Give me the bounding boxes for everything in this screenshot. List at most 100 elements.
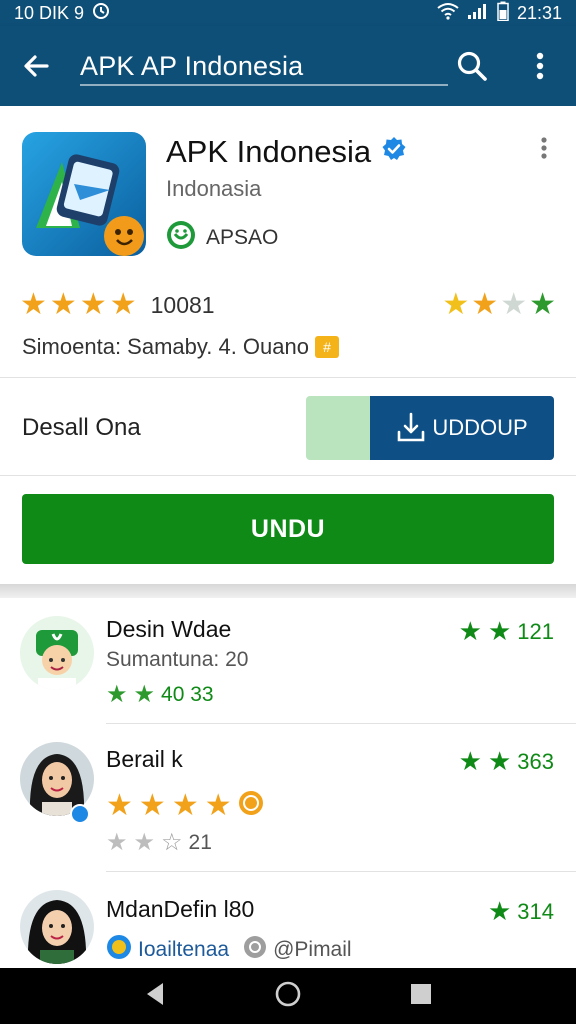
list-item[interactable]: Berail k ★ ★ ★ ★ ★ ★ ☆ 21 ★ ★ 363 [0, 724, 576, 872]
review-rating-text: 40 33 [161, 682, 214, 706]
review-meta-text: Ioailtenaa [138, 938, 230, 961]
review-author: Berail k [106, 746, 183, 772]
signal-icon [467, 2, 489, 25]
install-button[interactable]: UNDU [22, 494, 554, 564]
star-icon: ★ [204, 789, 232, 822]
review-rating-stars: ★ ★ ★ ★ [106, 788, 264, 823]
triangle-back-icon [147, 982, 164, 1005]
rating-stars: ★ ★ ★ ★ [20, 290, 137, 320]
battery-icon [497, 1, 509, 26]
nav-recents-button[interactable] [409, 982, 433, 1011]
developer-row[interactable]: APSAO [166, 220, 278, 256]
star-icon: ★ [109, 288, 137, 321]
review-author: MdanDefin l80 [106, 896, 255, 922]
review-score: ★ 314 [488, 896, 554, 927]
app-bar-title: APK AP Indonesia [80, 50, 304, 81]
avatar [20, 890, 94, 964]
search-field[interactable]: APK AP Indonesia [80, 36, 448, 96]
summary-tag-icon: # [314, 336, 339, 358]
divider [0, 475, 576, 476]
rating-stars-secondary: ★ ★ ★ ★ [442, 290, 556, 320]
download-button-label: UDDOUP [432, 415, 528, 440]
review-score-value: 121 [517, 618, 554, 644]
star-icon: ★ [500, 288, 528, 321]
app-icon[interactable] [22, 132, 146, 256]
star-icon: ★ [442, 288, 470, 321]
download-button[interactable]: UDDOUP [370, 396, 554, 460]
review-meta: Sumantuna: 20 [106, 648, 249, 671]
wifi-icon [437, 2, 459, 25]
review-meta-value: 21 [188, 830, 212, 854]
review-rating: ★ ★ 40 33 [106, 680, 214, 709]
review-list: Desin Wdae Sumantuna: 20 ★ ★ 40 33 ★ ★ 1… [0, 598, 576, 968]
star-icon: ★ [133, 681, 156, 708]
review-meta: Ioailtenaa @Pimail [106, 934, 352, 966]
coin-icon [238, 790, 264, 822]
rating-row: ★ ★ ★ ★ 10081 ★ ★ ★ ★ [20, 290, 556, 320]
app-detail-card: APK Indonesia Indonasia APSAO ★ ★ ★ ★ 10… [0, 106, 576, 584]
star-icon: ★ [106, 789, 133, 822]
star-icon: ★ [471, 288, 499, 321]
search-underline [80, 84, 448, 86]
square-recents-icon [410, 983, 431, 1004]
arrow-left-icon [24, 55, 49, 77]
star-icon: ★ [529, 288, 556, 321]
status-bar: 10 DIK 9 21:31 [0, 0, 576, 26]
developer-name: APSAO [206, 226, 279, 249]
star-icon: ★ [138, 789, 166, 822]
star-icon: ★ [458, 746, 482, 776]
review-author: Desin Wdae [106, 616, 232, 642]
review-score-value: 314 [517, 898, 554, 924]
star-icon: ★ [487, 746, 512, 776]
list-item[interactable]: Desin Wdae Sumantuna: 20 ★ ★ 40 33 ★ ★ 1… [0, 598, 576, 724]
more-vertical-icon [541, 137, 547, 159]
star-icon: ★ [79, 288, 107, 321]
star-icon: ★ [133, 829, 156, 856]
star-icon: ★ [487, 616, 512, 646]
online-badge-icon [70, 804, 90, 829]
status-time: 21:31 [516, 2, 562, 23]
system-nav-bar [0, 968, 576, 1024]
developer-logo-icon [166, 220, 196, 256]
circle-home-icon [275, 981, 301, 1006]
download-touch-icon [398, 412, 425, 442]
install-button-label: UNDU [250, 514, 326, 543]
status-left-text: 10 DIK 9 [14, 2, 85, 23]
star-outline-icon: ☆ [161, 829, 183, 856]
nav-home-button[interactable] [274, 980, 302, 1013]
star-icon: ★ [49, 288, 77, 321]
search-icon [457, 51, 487, 81]
overflow-menu-button[interactable] [520, 46, 560, 86]
nav-back-button[interactable] [143, 981, 167, 1012]
section-separator [0, 584, 576, 598]
app-name-text: APK Indonesia [166, 134, 372, 169]
app-name: APK Indonesia [166, 134, 407, 170]
rating-count: 10081 [150, 291, 215, 318]
back-button[interactable] [16, 46, 56, 86]
review-score: ★ ★ 363 [459, 746, 554, 777]
star-icon: ★ [171, 789, 199, 822]
app-badge-icon [106, 934, 132, 966]
app-subtitle: Indonasia [166, 176, 262, 201]
review-score-value: 363 [517, 748, 554, 774]
star-icon: ★ [106, 681, 128, 708]
star-icon: ★ [458, 616, 482, 646]
download-progress [306, 396, 372, 460]
review-meta: ★ ★ ☆ 21 [106, 828, 212, 857]
search-button[interactable] [452, 46, 492, 86]
mail-icon [243, 935, 267, 965]
more-vertical-icon [536, 52, 544, 80]
avatar [20, 616, 94, 690]
list-item[interactable]: MdanDefin l80 Ioailtenaa @Pimail ★ 314 [0, 872, 576, 968]
review-score: ★ ★ 121 [459, 616, 554, 647]
star-icon: ★ [106, 829, 128, 856]
review-handle: @Pimail [273, 938, 352, 961]
summary-text: Simoenta: Samaby. 4. Ouano [22, 334, 309, 359]
card-more-button[interactable] [540, 136, 548, 165]
clock-status-icon [92, 2, 110, 25]
star-icon: ★ [487, 896, 512, 926]
download-label: Desall Ona [22, 414, 141, 441]
app-bar: APK AP Indonesia [0, 26, 576, 106]
verified-badge-icon [381, 134, 407, 170]
star-icon: ★ [20, 288, 47, 321]
